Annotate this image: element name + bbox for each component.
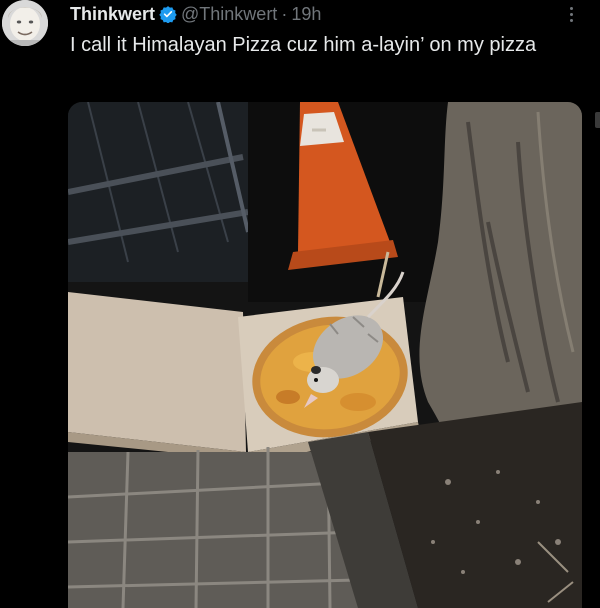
tweet-text: I call it Himalayan Pizza cuz him a-layi… — [70, 34, 537, 56]
verified-badge-icon — [159, 5, 177, 24]
scrollbar[interactable] — [595, 112, 600, 128]
tweet: Thinkwert @Thinkwert · 19h I call it Him… — [0, 0, 600, 608]
tweet-photo[interactable] — [68, 102, 582, 608]
avatar[interactable] — [2, 0, 48, 46]
timestamp[interactable]: 19h — [291, 4, 321, 25]
user-handle[interactable]: @Thinkwert — [181, 4, 277, 25]
separator-dot: · — [281, 3, 288, 24]
display-name[interactable]: Thinkwert — [70, 4, 155, 25]
more-options-icon[interactable] — [561, 2, 581, 26]
tweet-header: Thinkwert @Thinkwert · 19h — [70, 2, 321, 26]
